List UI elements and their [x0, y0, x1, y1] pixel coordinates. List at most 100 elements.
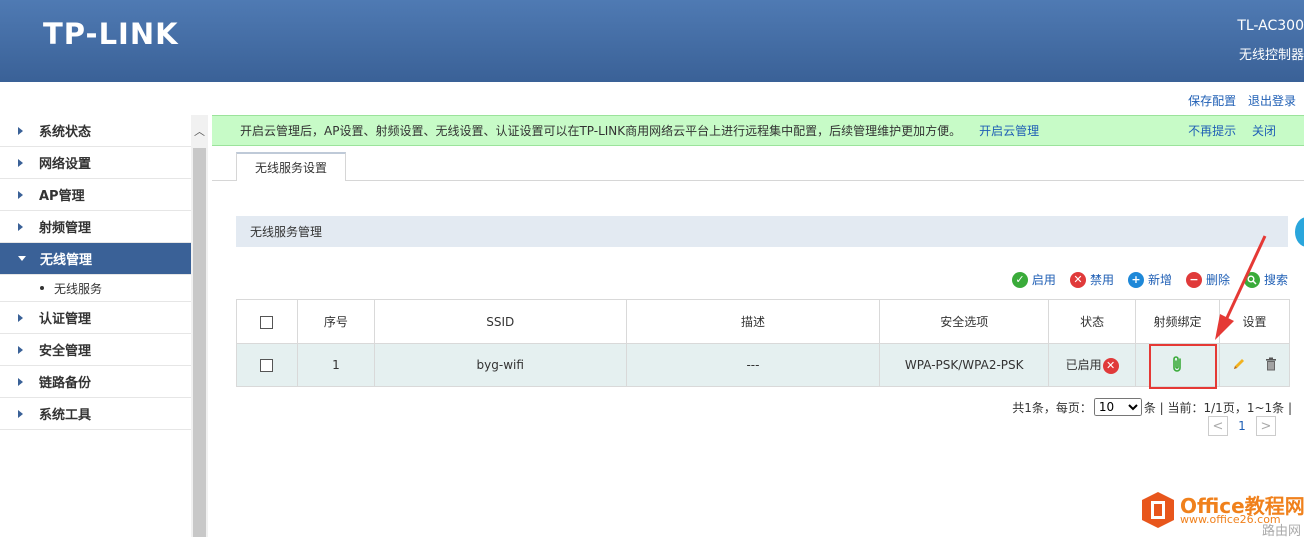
table-header-row: 序号 SSID 描述 安全选项 状态 射频绑定 设置: [236, 299, 1291, 344]
disable-x-icon[interactable]: ✕: [1102, 357, 1119, 374]
search-button[interactable]: 搜索: [1243, 271, 1288, 288]
select-all-checkbox[interactable]: [260, 315, 274, 329]
sidebar-item-label: 射频管理: [39, 221, 92, 236]
sidebar-subitem-label: 无线服务: [54, 281, 103, 296]
sidebar-item-label: 认证管理: [39, 312, 92, 327]
column-description: 描述: [625, 299, 881, 344]
enable-button[interactable]: ✓ 启用: [1011, 271, 1056, 288]
delete-label: 删除: [1205, 273, 1230, 287]
column-status: 状态: [1048, 299, 1137, 344]
minus-icon: −: [1185, 271, 1202, 288]
sidebar-item-auth[interactable]: 认证管理: [0, 302, 191, 334]
table-toolbar: ✓ 启用 ✕ 禁用 + 新增 − 删除 搜索: [998, 271, 1288, 288]
check-icon: ✓: [1011, 271, 1028, 288]
row-index: 1: [296, 343, 375, 387]
enable-label: 启用: [1031, 273, 1056, 287]
wireless-service-table: 序号 SSID 描述 安全选项 状态 射频绑定 设置 1 byg-wifi --…: [236, 299, 1291, 387]
row-security: WPA-PSK/WPA2-PSK: [879, 343, 1050, 387]
sidebar-item-label: 网络设置: [39, 157, 92, 172]
save-config-link[interactable]: 保存配置: [1188, 94, 1236, 108]
pager-suffix: 条 | 当前：1/1页，1~1条 |: [1143, 400, 1292, 415]
tab-wireless-service-settings[interactable]: 无线服务设置: [236, 152, 346, 181]
prev-page-button[interactable]: <: [1208, 416, 1228, 436]
triangle-right-icon: [18, 190, 23, 199]
bullet-icon: [40, 286, 44, 290]
sidebar-item-security[interactable]: 安全管理: [0, 334, 191, 366]
row-select-cell: [236, 343, 298, 387]
row-checkbox[interactable]: [260, 359, 274, 372]
table-row: 1 byg-wifi --- WPA-PSK/WPA2-PSK 已启用 ✕: [236, 343, 1291, 387]
column-radio-binding: 射频绑定: [1135, 299, 1220, 344]
no-remind-link[interactable]: 不再提示: [1188, 124, 1236, 138]
x-icon: ✕: [1069, 271, 1086, 288]
sidebar-item-label: 系统工具: [39, 408, 92, 423]
pagination-summary: 共1条，每页： 10 条 | 当前：1/1页，1~1条 |: [1012, 398, 1292, 416]
app-header: TP-LINK TL-AC300 无线控制器: [0, 0, 1304, 82]
column-ssid: SSID: [373, 299, 627, 344]
disable-button[interactable]: ✕ 禁用: [1069, 271, 1114, 288]
sidebar-item-system-status[interactable]: 系统状态: [0, 115, 191, 147]
cloud-notice-bar: 开启云管理后，AP设置、射频设置、无线设置、认证设置可以在TP-LINK商用网络…: [212, 115, 1304, 146]
sidebar-scrollbar[interactable]: ︿: [191, 115, 208, 537]
triangle-right-icon: [18, 158, 23, 167]
notice-actions: 不再提示 关闭: [1176, 122, 1276, 139]
triangle-right-icon: [18, 222, 23, 231]
watermark: Office教程网 www.office26.com 路由网: [1140, 488, 1304, 539]
disable-label: 禁用: [1089, 273, 1114, 287]
triangle-right-icon: [18, 377, 23, 386]
delete-button[interactable]: − 删除: [1185, 271, 1230, 288]
sidebar-item-label: 链路备份: [39, 376, 92, 391]
sidebar-item-ap[interactable]: AP管理: [0, 179, 191, 211]
notice-message: 开启云管理后，AP设置、射频设置、无线设置、认证设置可以在TP-LINK商用网络…: [240, 124, 962, 138]
plus-icon: +: [1127, 271, 1144, 288]
sidebar-subitem-wireless-service[interactable]: 无线服务: [0, 275, 191, 302]
trash-icon[interactable]: [1265, 357, 1277, 374]
enable-cloud-link[interactable]: 开启云管理: [979, 122, 1039, 139]
sidebar-item-link-backup[interactable]: 链路备份: [0, 366, 191, 398]
row-description: ---: [625, 343, 881, 387]
sidebar-item-label: 安全管理: [39, 344, 92, 359]
page-number[interactable]: 1: [1232, 419, 1252, 433]
floating-help-button[interactable]: [1295, 217, 1304, 247]
sidebar-menu: 系统状态 网络设置 AP管理 射频管理 无线管理 无线服务 认证管理 安全管理 …: [0, 115, 191, 537]
tp-link-logo: TP-LINK: [43, 17, 179, 51]
scrollbar-thumb[interactable]: [193, 148, 206, 537]
per-page-select[interactable]: 10: [1093, 398, 1142, 416]
row-status-cell: 已启用 ✕: [1048, 343, 1137, 387]
next-page-button[interactable]: >: [1256, 416, 1276, 436]
search-label: 搜索: [1263, 273, 1288, 287]
sidebar-item-network[interactable]: 网络设置: [0, 147, 191, 179]
triangle-right-icon: [18, 409, 23, 418]
tab-divider: [212, 180, 1304, 181]
add-button[interactable]: + 新增: [1127, 271, 1172, 288]
sidebar-item-label: 无线管理: [40, 253, 93, 268]
annotation-highlight-box: [1149, 344, 1217, 389]
column-index: 序号: [296, 299, 375, 344]
section-title: 无线服务管理: [236, 216, 1288, 247]
row-status: 已启用: [1065, 358, 1102, 373]
triangle-right-icon: [18, 313, 23, 322]
device-type: 无线控制器: [1238, 48, 1304, 63]
pager-total: 共1条，每页：: [1012, 400, 1092, 415]
scroll-up-icon[interactable]: ︿: [194, 126, 205, 137]
column-security: 安全选项: [879, 299, 1050, 344]
column-settings: 设置: [1218, 299, 1291, 344]
row-ssid: byg-wifi: [373, 343, 627, 387]
row-settings-cell: [1218, 343, 1291, 387]
office-logo-icon: [1142, 492, 1174, 528]
top-links: 保存配置 退出登录: [1180, 92, 1296, 109]
close-notice-link[interactable]: 关闭: [1252, 124, 1276, 138]
search-icon: [1243, 271, 1260, 288]
triangle-down-icon: [18, 256, 26, 261]
sidebar-item-label: 系统状态: [39, 125, 92, 140]
sidebar-item-radio[interactable]: 射频管理: [0, 211, 191, 243]
device-model: TL-AC300: [1237, 18, 1304, 34]
edit-pencil-icon[interactable]: [1232, 357, 1246, 374]
select-all-cell: [236, 299, 298, 344]
add-label: 新增: [1147, 273, 1172, 287]
watermark-extra: 路由网: [1262, 524, 1302, 539]
pagination-controls: < 1 >: [1208, 416, 1276, 436]
sidebar-item-wireless[interactable]: 无线管理: [0, 243, 191, 275]
logout-link[interactable]: 退出登录: [1248, 94, 1296, 108]
sidebar-item-system-tools[interactable]: 系统工具: [0, 398, 191, 430]
